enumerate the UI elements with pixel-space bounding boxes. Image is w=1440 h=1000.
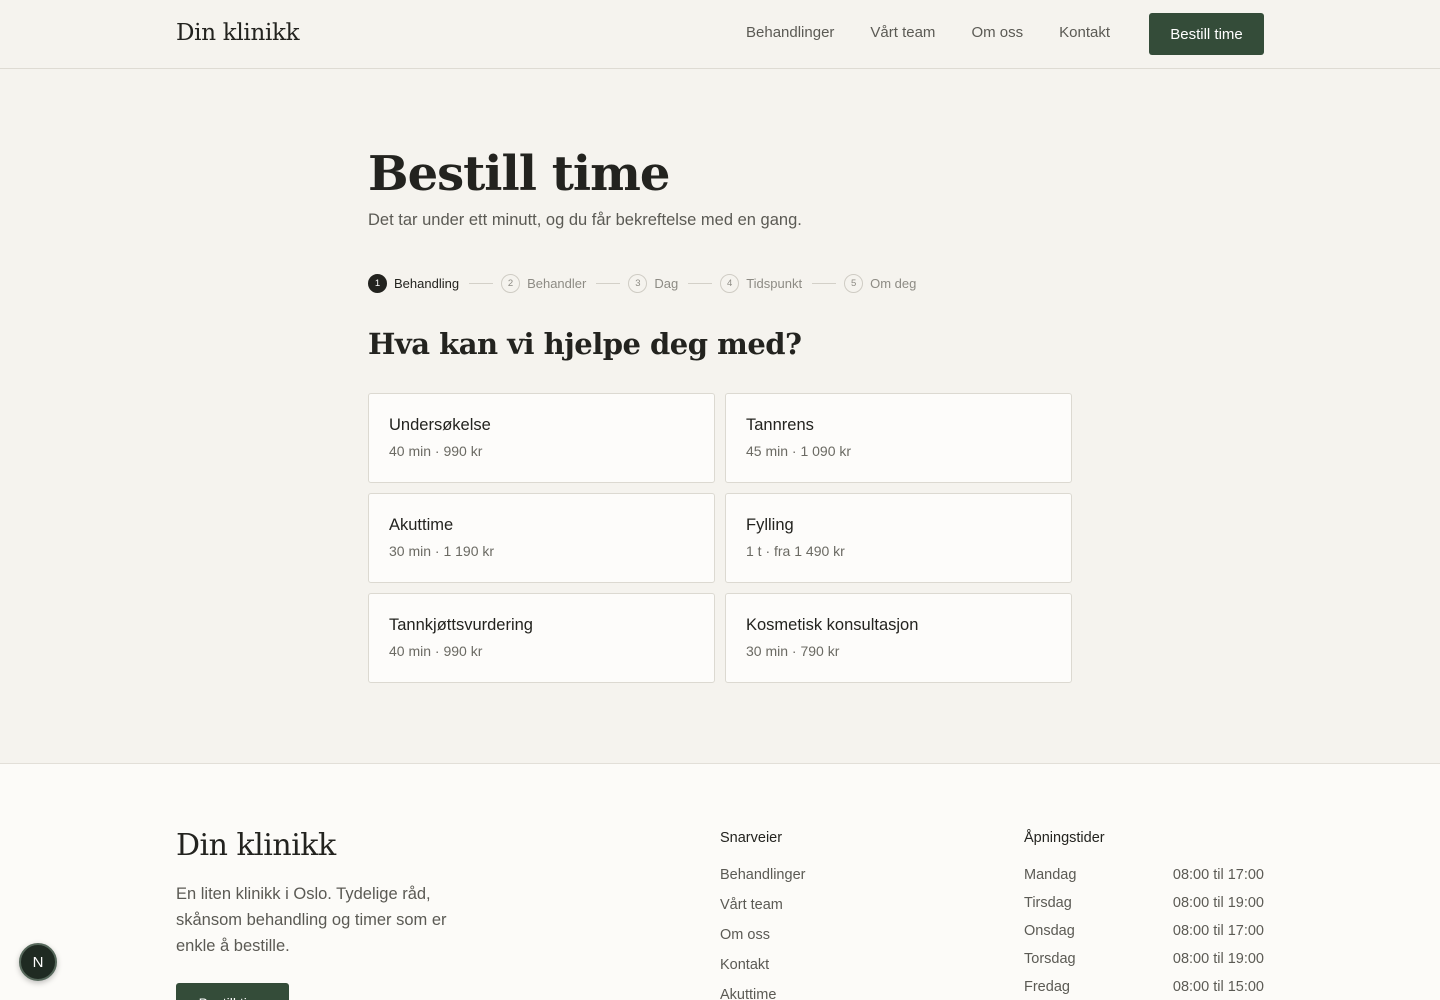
- opening-hours: Mandag 08:00 til 17:00 Tirsdag 08:00 til…: [1024, 865, 1264, 1000]
- section-question: Hva kan vi hjelpe deg med?: [368, 327, 802, 361]
- nextjs-dev-badge-icon[interactable]: N: [19, 943, 57, 981]
- footer-description: En liten klinikk i Oslo. Tydelige råd, s…: [176, 885, 447, 955]
- hours-row: Tirsdag 08:00 til 19:00: [1024, 893, 1264, 921]
- step-label: Tidspunkt: [746, 275, 803, 291]
- treatment-meta: 30 min · 1 190 kr: [389, 543, 495, 559]
- treatment-name: Undersøkelse: [389, 416, 491, 434]
- step-divider: [812, 282, 837, 284]
- site-footer: Din klinikk En liten klinikk i Oslo. Tyd…: [0, 763, 1440, 1000]
- footer-book-button[interactable]: Bestill time: [176, 983, 289, 1000]
- step-tidspunkt[interactable]: 4 Tidspunkt: [720, 273, 803, 293]
- nav-link-kontakt[interactable]: Kontakt: [1059, 24, 1110, 41]
- page-subtitle: Det tar under ett minutt, og du får bekr…: [368, 211, 802, 229]
- hours-heading: Åpningstider: [1024, 830, 1105, 846]
- step-behandler[interactable]: 2 Behandler: [501, 273, 587, 293]
- hours-time: 08:00 til 17:00: [1172, 867, 1264, 883]
- site-logo[interactable]: Din klinikk: [176, 20, 300, 46]
- footer-link-vart-team[interactable]: Vårt team: [720, 895, 805, 925]
- step-behandling[interactable]: 1 Behandling: [368, 273, 460, 293]
- treatment-meta: 1 t · fra 1 490 kr: [746, 543, 845, 559]
- step-om-deg[interactable]: 5 Om deg: [844, 273, 917, 293]
- footer-link-behandlinger[interactable]: Behandlinger: [720, 865, 805, 895]
- treatment-meta: 45 min · 1 090 kr: [746, 443, 852, 459]
- step-divider: [688, 282, 713, 284]
- treatment-card-tannrens[interactable]: Tannrens 45 min · 1 090 kr: [725, 393, 1072, 483]
- step-dag[interactable]: 3 Dag: [628, 273, 679, 293]
- shortcuts-list: Behandlinger Vårt team Om oss Kontakt Ak…: [720, 865, 805, 1000]
- hours-row: Onsdag 08:00 til 17:00: [1024, 921, 1264, 949]
- shortcuts-heading: Snarveier: [720, 830, 783, 846]
- step-divider: [469, 282, 494, 284]
- main-nav: Behandlinger Vårt team Om oss Kontakt: [746, 24, 1146, 41]
- booking-steps: 1 Behandling 2 Behandler 3 Dag 4 Tidspun…: [368, 273, 916, 293]
- treatment-name: Tannrens: [746, 416, 814, 434]
- treatment-meta: 30 min · 790 kr: [746, 643, 840, 659]
- nav-link-vart-team[interactable]: Vårt team: [870, 24, 935, 41]
- nav-link-behandlinger[interactable]: Behandlinger: [746, 24, 834, 41]
- step-label: Om deg: [870, 275, 917, 291]
- hours-day: Onsdag: [1024, 923, 1075, 939]
- hours-day: Torsdag: [1024, 951, 1076, 967]
- hours-day: Fredag: [1024, 979, 1070, 995]
- treatment-name: Tannkjøttsvurdering: [389, 616, 533, 634]
- step-number: 4: [720, 273, 740, 293]
- hours-row: Fredag 08:00 til 15:00: [1024, 977, 1264, 1000]
- step-label: Behandler: [527, 275, 587, 291]
- treatment-grid: Undersøkelse 40 min · 990 kr Tannrens 45…: [368, 393, 1072, 683]
- treatment-card-akuttime[interactable]: Akuttime 30 min · 1 190 kr: [368, 493, 715, 583]
- treatment-name: Akuttime: [389, 516, 454, 534]
- step-label: Behandling: [394, 275, 460, 291]
- treatment-name: Kosmetisk konsultasjon: [746, 616, 919, 634]
- step-number: 2: [501, 273, 521, 293]
- hours-time: 08:00 til 19:00: [1172, 951, 1264, 967]
- site-header: Din klinikk Behandlinger Vårt team Om os…: [0, 0, 1440, 69]
- footer-link-kontakt[interactable]: Kontakt: [720, 955, 805, 985]
- hours-row: Torsdag 08:00 til 19:00: [1024, 949, 1264, 977]
- step-number: 5: [844, 273, 864, 293]
- step-number: 1: [368, 273, 387, 293]
- nav-link-om-oss[interactable]: Om oss: [971, 24, 1023, 41]
- treatment-meta: 40 min · 990 kr: [389, 443, 483, 459]
- hours-day: Mandag: [1024, 867, 1077, 883]
- hours-time: 08:00 til 17:00: [1172, 923, 1264, 939]
- step-divider: [596, 282, 621, 284]
- hours-day: Tirsdag: [1024, 895, 1072, 911]
- hours-time: 08:00 til 19:00: [1172, 895, 1264, 911]
- page-title: Bestill time: [368, 146, 670, 202]
- footer-logo: Din klinikk: [176, 828, 336, 863]
- treatment-card-undersokelse[interactable]: Undersøkelse 40 min · 990 kr: [368, 393, 715, 483]
- hours-row: Mandag 08:00 til 17:00: [1024, 865, 1264, 893]
- treatment-meta: 40 min · 990 kr: [389, 643, 483, 659]
- treatment-card-tannkjottsvurdering[interactable]: Tannkjøttsvurdering 40 min · 990 kr: [368, 593, 715, 683]
- footer-link-akuttime[interactable]: Akuttime: [720, 985, 805, 1000]
- step-label: Dag: [654, 275, 679, 291]
- treatment-card-kosmetisk-konsultasjon[interactable]: Kosmetisk konsultasjon 30 min · 790 kr: [725, 593, 1072, 683]
- treatment-card-fylling[interactable]: Fylling 1 t · fra 1 490 kr: [725, 493, 1072, 583]
- footer-link-om-oss[interactable]: Om oss: [720, 925, 805, 955]
- book-appointment-button[interactable]: Bestill time: [1149, 13, 1264, 55]
- hours-time: 08:00 til 15:00: [1172, 979, 1264, 995]
- step-number: 3: [628, 273, 648, 293]
- treatment-name: Fylling: [746, 516, 794, 534]
